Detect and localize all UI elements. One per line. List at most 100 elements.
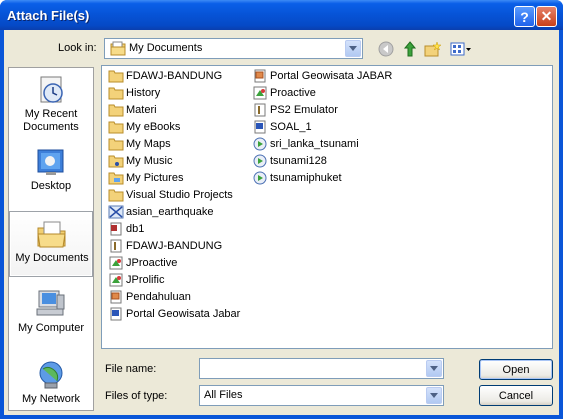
file-name: SOAL_1 — [270, 121, 312, 133]
file-name: JProlific — [126, 274, 165, 286]
list-item[interactable]: PS2 Emulator — [252, 102, 338, 118]
place-my-recent-documents[interactable]: My Recent Documents — [9, 68, 93, 134]
folder-icon — [108, 70, 124, 83]
file-type-dropdown-arrow[interactable] — [426, 387, 442, 404]
my-network-icon — [39, 361, 63, 389]
file-name: Visual Studio Projects — [126, 189, 233, 201]
list-item[interactable]: JProactive — [108, 255, 177, 271]
file-list[interactable]: FDAWJ-BANDUNG History Materi My eBooks M… — [101, 65, 553, 349]
place-label: My Documents — [15, 252, 89, 264]
map-file-icon — [108, 205, 124, 219]
place-my-network[interactable]: My Network — [9, 353, 93, 410]
file-type-value: All Files — [204, 389, 243, 401]
text-file-icon — [254, 103, 266, 117]
my-documents-small-icon — [110, 41, 126, 59]
folder-icon — [108, 121, 124, 134]
file-name: tsunami128 — [270, 155, 327, 167]
pictures-folder-icon — [108, 172, 124, 185]
list-item[interactable]: My eBooks — [108, 119, 180, 135]
place-label: My Network — [21, 393, 81, 405]
app-shortcut-icon — [253, 86, 267, 100]
file-name: FDAWJ-BANDUNG — [126, 240, 223, 252]
place-label: My Recent Documents — [23, 108, 79, 133]
place-label: My Computer — [17, 322, 85, 334]
list-item[interactable]: Pendahuluan — [108, 289, 191, 305]
list-item[interactable]: Materi — [108, 102, 157, 118]
powerpoint-file-icon — [110, 290, 122, 304]
look-in-dropdown[interactable]: My Documents — [104, 38, 363, 59]
file-type-dropdown[interactable]: All Files — [199, 385, 444, 406]
file-name: My Music — [126, 155, 173, 167]
folder-icon — [108, 87, 124, 100]
file-name: History — [126, 87, 161, 99]
back-icon[interactable] — [376, 40, 396, 58]
list-item[interactable]: tsunami128 — [252, 153, 327, 169]
file-name: tsunamiphuket — [270, 172, 342, 184]
new-folder-icon[interactable] — [423, 40, 443, 58]
list-item[interactable]: Portal Geowisata Jabar — [108, 306, 240, 322]
file-name: My Maps — [126, 138, 171, 150]
views-menu-icon[interactable] — [449, 40, 473, 58]
list-item[interactable]: sri_lanka_tsunami — [252, 136, 359, 152]
file-name: PS2 Emulator — [270, 104, 338, 116]
list-item[interactable]: JProlific — [108, 272, 165, 288]
word-file-icon — [110, 307, 122, 321]
help-button[interactable]: ? — [514, 6, 535, 27]
app-shortcut-icon — [109, 273, 123, 287]
video-file-icon — [253, 154, 267, 168]
list-item[interactable]: asian_earthquake — [108, 204, 213, 220]
powerpoint-file-icon — [254, 69, 266, 83]
recent-documents-icon — [40, 76, 63, 103]
attach-files-dialog: Attach File(s) ? ✕ Look in: My Documents — [0, 0, 563, 419]
file-name-dropdown-arrow[interactable] — [426, 360, 442, 377]
desktop-icon — [37, 149, 64, 175]
list-item[interactable]: FDAWJ-BANDUNG — [108, 238, 222, 254]
list-item[interactable]: My Pictures — [108, 170, 183, 186]
file-name: Pendahuluan — [126, 291, 191, 303]
file-name: FDAWJ-BANDUNG — [126, 70, 223, 82]
file-name: JProactive — [126, 257, 178, 269]
access-file-icon — [110, 222, 122, 236]
video-file-icon — [253, 137, 267, 151]
file-type-label: Files of type: — [105, 390, 168, 402]
word-file-icon — [254, 120, 266, 134]
video-file-icon — [253, 171, 267, 185]
cancel-button[interactable]: Cancel — [479, 385, 553, 406]
look-in-value: My Documents — [129, 42, 203, 54]
list-item[interactable]: SOAL_1 — [252, 119, 312, 135]
file-name: Materi — [126, 104, 157, 116]
dialog-body: Look in: My Documents My Recent Document… — [4, 30, 559, 415]
list-item[interactable]: Portal Geowisata JABAR — [252, 68, 392, 84]
list-item[interactable]: FDAWJ-BANDUNG — [108, 68, 222, 84]
window-title: Attach File(s) — [7, 8, 90, 23]
list-item[interactable]: Proactive — [252, 85, 316, 101]
close-button[interactable]: ✕ — [536, 6, 557, 27]
place-my-computer[interactable]: My Computer — [9, 282, 93, 348]
list-item[interactable]: My Maps — [108, 136, 171, 152]
place-label: Desktop — [30, 180, 72, 192]
place-my-documents[interactable]: My Documents — [9, 211, 93, 277]
look-in-label: Look in: — [58, 42, 97, 54]
open-button[interactable]: Open — [479, 359, 553, 380]
app-shortcut-icon — [109, 256, 123, 270]
folder-icon — [108, 189, 124, 202]
places-bar: My Recent Documents Desktop My Documents… — [8, 67, 94, 411]
file-name: db1 — [126, 223, 145, 235]
text-file-icon — [110, 239, 122, 253]
list-item[interactable]: tsunamiphuket — [252, 170, 342, 186]
file-name-input[interactable] — [199, 358, 444, 379]
up-folder-icon[interactable] — [400, 40, 420, 58]
look-in-dropdown-arrow[interactable] — [345, 40, 361, 57]
folder-icon — [108, 138, 124, 151]
file-name: Portal Geowisata JABAR — [270, 70, 393, 82]
place-desktop[interactable]: Desktop — [9, 140, 93, 206]
file-name: asian_earthquake — [126, 206, 214, 218]
chevron-down-icon — [430, 393, 438, 398]
list-item[interactable]: Visual Studio Projects — [108, 187, 233, 203]
title-bar[interactable]: Attach File(s) ? ✕ — [0, 0, 563, 30]
music-folder-icon — [108, 155, 124, 168]
list-item[interactable]: My Music — [108, 153, 172, 169]
file-name: My Pictures — [126, 172, 184, 184]
list-item[interactable]: db1 — [108, 221, 144, 237]
list-item[interactable]: History — [108, 85, 160, 101]
